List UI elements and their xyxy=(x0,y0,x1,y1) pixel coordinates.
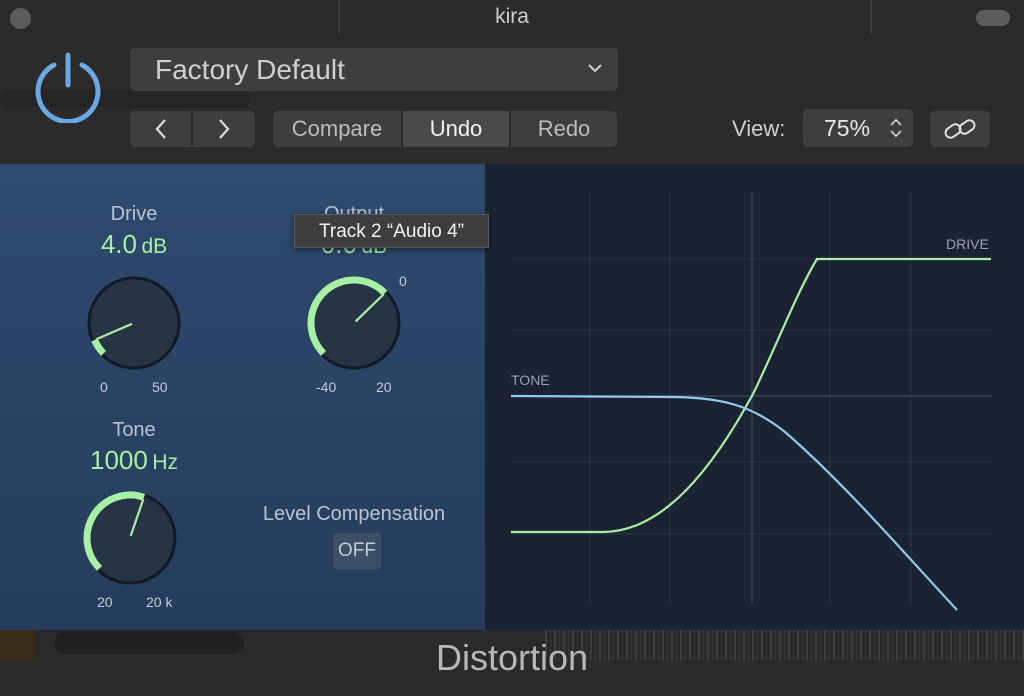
link-icon xyxy=(944,119,976,139)
output-knob[interactable] xyxy=(294,263,414,383)
link-button[interactable] xyxy=(930,111,990,147)
transfer-curve-display: DRIVE TONE xyxy=(485,164,1024,630)
tone-value-number: 1000 xyxy=(90,445,148,475)
drive-value: 4.0 dB xyxy=(54,229,214,260)
stepper-arrows-icon xyxy=(890,118,902,138)
plugin-window: kira Factory Default Compare Undo Redo V… xyxy=(0,0,1024,696)
tone-max-label: 20 k xyxy=(146,594,173,610)
previous-preset-button[interactable] xyxy=(130,111,191,147)
window-title: kira xyxy=(495,5,529,28)
redo-button[interactable]: Redo xyxy=(511,111,617,147)
power-icon[interactable] xyxy=(32,51,104,123)
undo-button[interactable]: Undo xyxy=(403,111,509,147)
drive-title: Drive xyxy=(110,203,158,225)
title-bar: kira xyxy=(0,0,1024,34)
chevron-left-icon xyxy=(155,119,166,139)
window-control-pill[interactable] xyxy=(976,10,1010,26)
drive-min-label: 0 xyxy=(100,379,108,395)
output-max-label: 20 xyxy=(376,379,392,395)
transfer-curve-graph xyxy=(510,192,992,611)
view-zoom-select[interactable]: 75% xyxy=(803,109,913,147)
compare-button[interactable]: Compare xyxy=(273,111,401,147)
chevron-right-icon xyxy=(219,119,230,139)
tone-knob[interactable] xyxy=(70,478,190,598)
tone-value: 1000 Hz xyxy=(54,445,214,476)
drive-knob[interactable] xyxy=(74,263,194,383)
next-preset-button[interactable] xyxy=(193,111,255,147)
drive-max-label: 50 xyxy=(152,379,168,395)
tone-title: Tone xyxy=(112,419,156,441)
plugin-name: Distortion xyxy=(435,637,589,678)
tone-curve-label: TONE xyxy=(511,372,550,388)
view-label: View: xyxy=(732,116,786,141)
drive-value-number: 4.0 xyxy=(100,229,137,259)
tone-value-unit: Hz xyxy=(152,451,178,474)
drive-curve-label: DRIVE xyxy=(946,236,989,252)
level-compensation-label: Level Compensation xyxy=(262,503,446,525)
tone-min-label: 20 xyxy=(97,594,113,610)
output-min-label: -40 xyxy=(316,379,337,395)
view-zoom-value: 75% xyxy=(824,115,871,141)
preset-menu[interactable]: Factory Default xyxy=(130,48,618,91)
level-compensation-toggle[interactable]: OFF xyxy=(333,533,381,569)
output-zero-label: 0 xyxy=(399,273,407,289)
track-tooltip: Track 2 “Audio 4” xyxy=(294,214,489,248)
chevron-down-icon xyxy=(588,64,602,73)
drive-value-unit: dB xyxy=(141,235,168,258)
preset-name: Factory Default xyxy=(155,54,345,85)
